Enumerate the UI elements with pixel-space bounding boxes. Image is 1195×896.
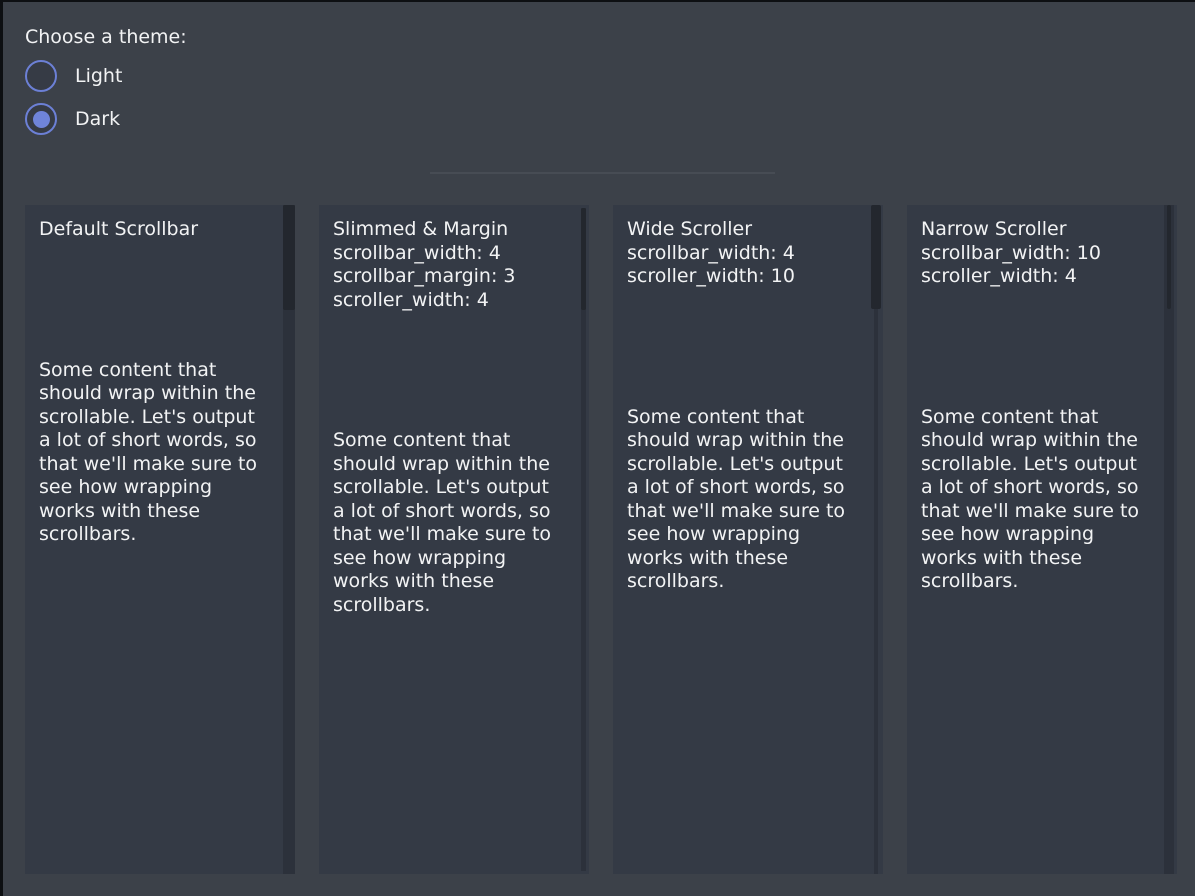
main-window: Choose a theme: Light Dark Default Scrol… [0,0,1195,896]
spacer [39,242,267,359]
radio-unchecked-icon[interactable] [25,60,57,92]
theme-chooser: Choose a theme: Light Dark [25,25,187,135]
theme-option-light-label: Light [75,64,122,88]
radio-dot [33,111,50,128]
panel-content: Slimmed & Margin scrollbar_width: 4 scro… [319,205,589,617]
scrollbar-thumb[interactable] [581,208,586,310]
panel-content: Narrow Scroller scrollbar_width: 10 scro… [907,205,1177,594]
panel-title: Wide Scroller scrollbar_width: 4 scrolle… [627,218,855,289]
spacer [333,312,561,429]
theme-option-dark-label: Dark [75,107,120,131]
panel-body-text: Some content that should wrap within the… [627,406,855,594]
scrollbar-thumb[interactable] [283,205,295,310]
app-window: { "theme_chooser": { "label": "Choose a … [0,0,1195,896]
radio-checked-icon[interactable] [25,103,57,135]
panel-content: Wide Scroller scrollbar_width: 4 scrolle… [613,205,883,594]
panel-title: Narrow Scroller scrollbar_width: 10 scro… [921,218,1149,289]
scroll-panel-slimmed-margin[interactable]: Slimmed & Margin scrollbar_width: 4 scro… [319,205,589,874]
panel-body-text: Some content that should wrap within the… [333,429,561,617]
scroll-panel-default[interactable]: Default Scrollbar Some content that shou… [25,205,295,874]
panel-body-text: Some content that should wrap within the… [921,406,1149,594]
panel-content: Default Scrollbar Some content that shou… [25,205,295,547]
horizontal-separator [430,172,775,174]
theme-option-light[interactable]: Light [25,60,122,92]
theme-option-dark[interactable]: Dark [25,103,120,135]
scrollbar-thumb[interactable] [1167,205,1171,309]
panel-title: Default Scrollbar [39,218,267,242]
spacer [921,289,1149,406]
scrollbar-thumb[interactable] [871,205,881,309]
scroll-panel-wide-scroller[interactable]: Wide Scroller scrollbar_width: 4 scrolle… [613,205,883,874]
panel-title: Slimmed & Margin scrollbar_width: 4 scro… [333,218,561,312]
scroll-panel-narrow-scroller[interactable]: Narrow Scroller scrollbar_width: 10 scro… [907,205,1177,874]
theme-chooser-label: Choose a theme: [25,25,187,49]
spacer [627,289,855,406]
panel-body-text: Some content that should wrap within the… [39,359,267,547]
scrollbar-demo-panels: Default Scrollbar Some content that shou… [25,205,1177,874]
